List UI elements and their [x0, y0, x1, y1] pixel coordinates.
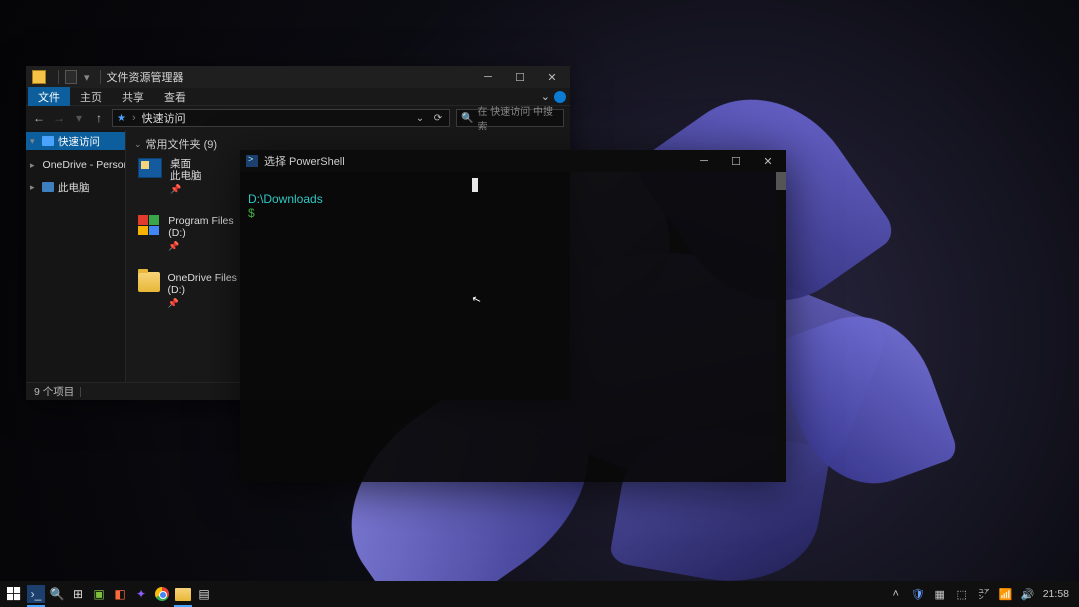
explorer-sidebar: ▾ 快速访问 ▸ OneDrive - Persona ▸ 此电脑	[26, 130, 126, 382]
sidebar-item-quick-access[interactable]: ▾ 快速访问	[26, 132, 125, 150]
powershell-window: 选择 PowerShell ─ ☐ ✕ D:\Downloads $	[240, 150, 786, 482]
folder-icon	[175, 588, 191, 601]
taskbar-item-terminal[interactable]: ›_	[27, 585, 45, 603]
tray-network-icon[interactable]: 📶	[999, 587, 1013, 601]
nav-forward-button[interactable]: →	[52, 111, 66, 125]
address-bar[interactable]: ★ › 快速访问 ⌄ ⟳	[112, 109, 450, 127]
taskbar-item-taskview[interactable]: ⊞	[69, 585, 87, 603]
chevron-down-icon[interactable]: ▾	[84, 71, 90, 84]
prompt-symbol: $	[248, 206, 255, 220]
powershell-titlebar[interactable]: 选择 PowerShell ─ ☐ ✕	[240, 150, 786, 172]
address-dropdown-icon[interactable]: ⌄	[413, 113, 427, 124]
start-button[interactable]	[4, 585, 24, 603]
folder-item-program-files[interactable]: Program Files (D:) 📌	[138, 215, 248, 252]
star-icon	[42, 136, 54, 146]
pin-icon: 📌	[168, 297, 249, 309]
tab-view[interactable]: 查看	[154, 87, 196, 107]
address-location: 快速访问	[142, 110, 186, 126]
minimize-button[interactable]: ─	[472, 66, 504, 88]
tab-home[interactable]: 主页	[70, 87, 112, 107]
close-button[interactable]: ✕	[536, 66, 568, 88]
tray-app-icon[interactable]: ▦	[933, 587, 947, 601]
taskbar-item-app1[interactable]: ▣	[90, 585, 108, 603]
chrome-icon	[155, 587, 169, 601]
pin-icon: 📌	[170, 183, 202, 195]
status-text: 9 个项目	[34, 384, 74, 399]
sidebar-item-onedrive[interactable]: ▸ OneDrive - Persona	[26, 156, 125, 174]
system-tray: ˄ 🛡 ▦ ⬚ ㍐ 📶 🔊 21:58	[889, 587, 1075, 601]
tray-app2-icon[interactable]: ⬚	[955, 587, 969, 601]
item-name: 桌面	[170, 158, 202, 170]
window-title: 文件资源管理器	[107, 69, 184, 85]
chevron-down-icon: ⌄	[134, 139, 142, 150]
powershell-icon	[246, 155, 258, 167]
text-cursor	[472, 178, 478, 192]
pin-icon: 📌	[168, 240, 248, 252]
minimize-button[interactable]: ─	[688, 150, 720, 172]
taskbar-item-app4[interactable]: ▤	[195, 585, 213, 603]
sidebar-label: 快速访问	[58, 134, 100, 149]
taskbar: ›_ 🔍 ⊞ ▣ ◧ ✦ ▤ ˄ 🛡 ▦ ⬚ ㍐ 📶 🔊 21:58	[0, 581, 1079, 607]
folder-icon	[138, 272, 160, 292]
item-name: OneDrive Files (D:)	[168, 272, 249, 296]
search-placeholder: 在 快速访问 中搜索	[477, 103, 559, 133]
ribbon-expand-icon[interactable]: ⌄	[541, 90, 550, 103]
search-input[interactable]: 🔍 在 快速访问 中搜索	[456, 109, 564, 127]
close-button[interactable]: ✕	[752, 150, 784, 172]
search-icon: 🔍	[461, 113, 473, 124]
nav-up-button[interactable]: ↑	[92, 111, 106, 125]
folder-item-onedrive-files[interactable]: OneDrive Files (D:) 📌	[138, 272, 248, 309]
maximize-button[interactable]: ☐	[504, 66, 536, 88]
tab-file[interactable]: 文件	[28, 87, 70, 107]
explorer-titlebar[interactable]: ▾ 文件资源管理器 ─ ☐ ✕	[26, 66, 570, 88]
tray-volume-icon[interactable]: 🔊	[1021, 587, 1035, 601]
tab-share[interactable]: 共享	[112, 87, 154, 107]
item-name: Program Files (D:)	[168, 215, 248, 239]
folder-icon	[32, 70, 46, 84]
nav-back-button[interactable]: ←	[32, 111, 46, 125]
program-icon	[138, 215, 160, 235]
doc-icon	[65, 70, 77, 84]
taskbar-item-chrome[interactable]	[153, 585, 171, 603]
tray-overflow-icon[interactable]: ˄	[889, 587, 903, 601]
taskbar-item-app3[interactable]: ✦	[132, 585, 150, 603]
scrollbar-thumb[interactable]	[776, 172, 786, 190]
refresh-icon[interactable]: ⟳	[431, 113, 445, 124]
taskbar-item-app2[interactable]: ◧	[111, 585, 129, 603]
prompt-path: D:\Downloads	[248, 192, 323, 206]
taskbar-item-search[interactable]: 🔍	[48, 585, 66, 603]
nav-recent-button[interactable]: ▾	[72, 111, 86, 125]
sidebar-item-thispc[interactable]: ▸ 此电脑	[26, 178, 125, 196]
address-bar-row: ← → ▾ ↑ ★ › 快速访问 ⌄ ⟳ 🔍 在 快速访问 中搜索	[26, 106, 570, 130]
quick-access-icon: ★	[117, 113, 126, 124]
taskbar-item-explorer[interactable]	[174, 585, 192, 603]
pc-icon	[42, 182, 54, 192]
help-icon[interactable]	[554, 91, 566, 103]
scrollbar-track[interactable]	[776, 172, 786, 482]
sidebar-label: OneDrive - Persona	[43, 159, 125, 171]
tray-security-icon[interactable]: 🛡	[911, 587, 925, 601]
tray-ime-icon[interactable]: ㍐	[977, 587, 991, 601]
terminal-body[interactable]: D:\Downloads $	[240, 172, 786, 482]
window-title: 选择 PowerShell	[264, 153, 345, 169]
item-sub: 此电脑	[170, 170, 202, 182]
sidebar-label: 此电脑	[58, 180, 90, 195]
maximize-button[interactable]: ☐	[720, 150, 752, 172]
folder-item-desktop[interactable]: 桌面 此电脑 📌	[138, 158, 248, 195]
clock[interactable]: 21:58	[1043, 588, 1069, 600]
desktop-icon	[138, 158, 162, 178]
